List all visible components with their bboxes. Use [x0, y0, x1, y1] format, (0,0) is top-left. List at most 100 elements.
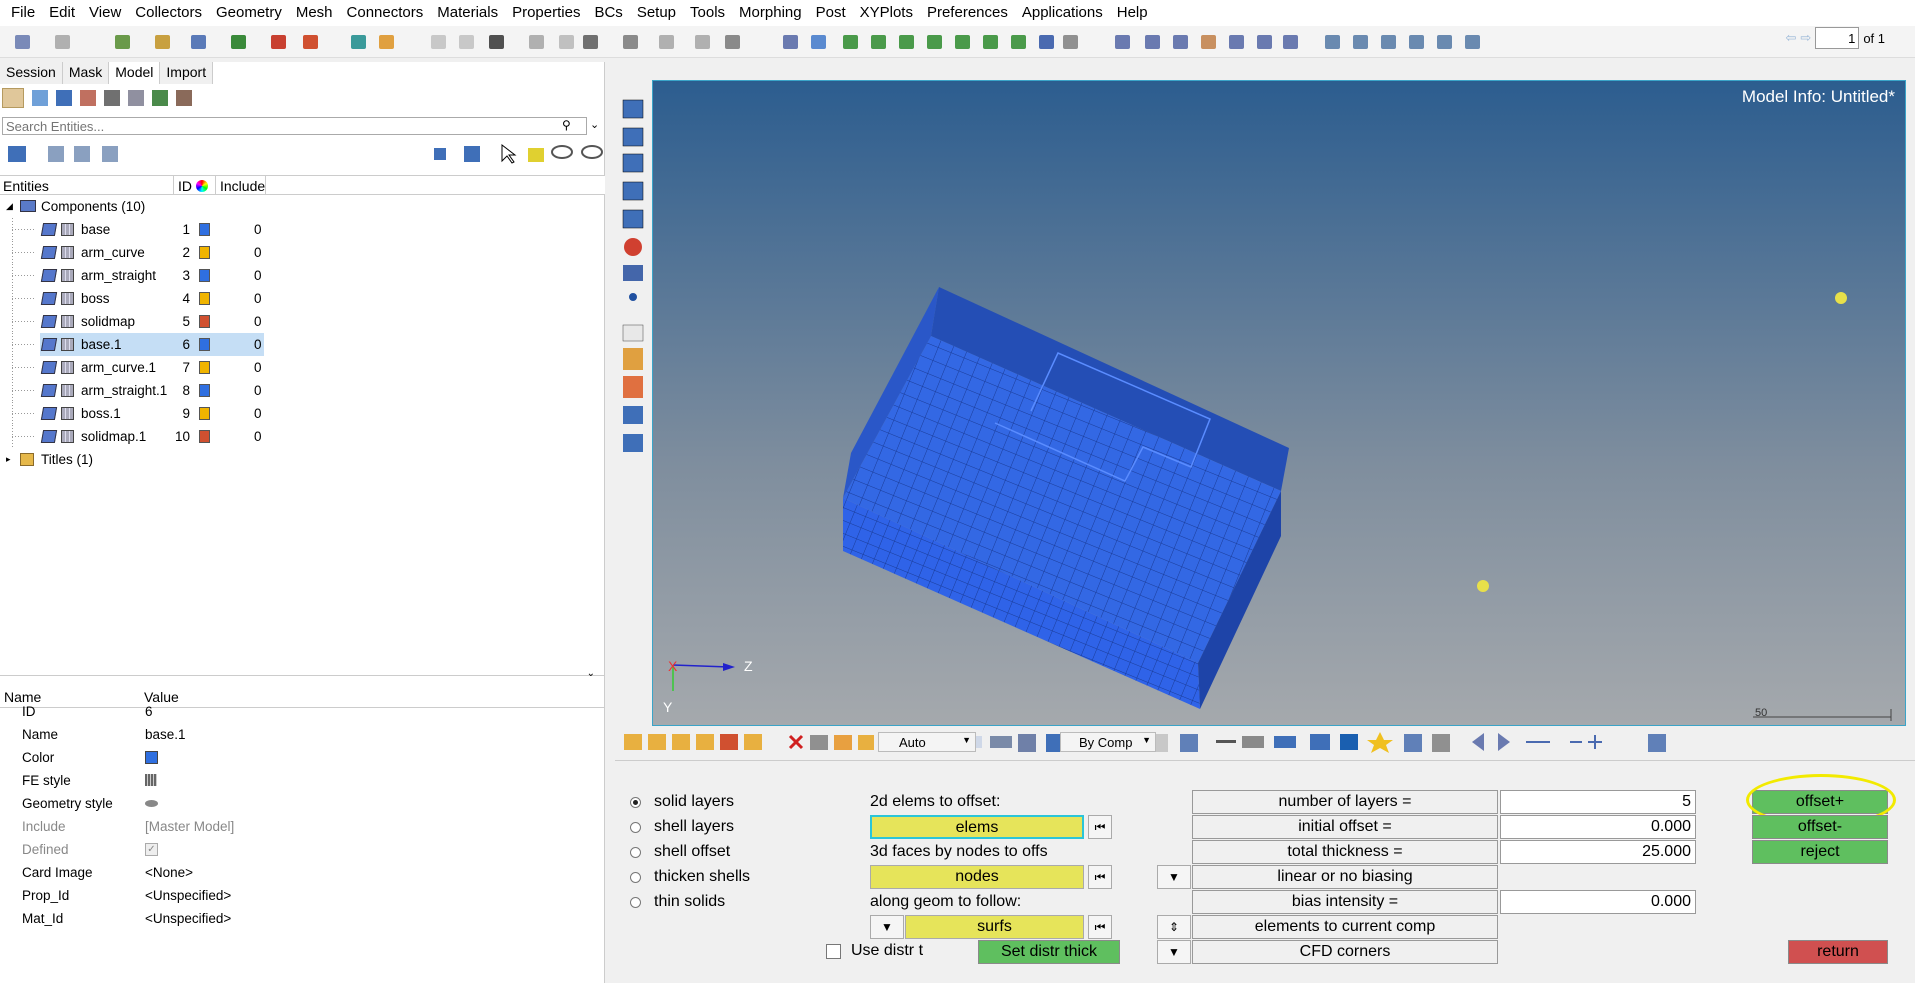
tab-import[interactable]: Import: [160, 62, 214, 84]
tree-row-component[interactable]: arm_curve 2 0: [0, 241, 605, 264]
chevron-down-icon[interactable]: ⌄: [590, 118, 599, 131]
radio-shell-layers[interactable]: [630, 822, 641, 833]
graphics-viewport[interactable]: Model Info: Untitled* X Z Y 50: [652, 80, 1906, 726]
toolbar-tool-15-icon[interactable]: [556, 31, 578, 53]
toolbar-tool-32-icon[interactable]: [1112, 31, 1134, 53]
menu-tools[interactable]: Tools: [683, 0, 732, 26]
tree-row-component[interactable]: boss 4 0: [0, 287, 605, 310]
reset-surfs-icon[interactable]: ⏮: [1088, 915, 1112, 939]
toolbar-tool-34-icon[interactable]: [1170, 31, 1192, 53]
toolbar-tool-18-icon[interactable]: [656, 31, 678, 53]
tree-row-component[interactable]: base 1 0: [0, 218, 605, 241]
tree-row-component[interactable]: solidmap 5 0: [0, 310, 605, 333]
component-color-swatch[interactable]: [199, 407, 210, 420]
toolbar-tool-20-icon[interactable]: [722, 31, 744, 53]
toolbar-tool-1-icon[interactable]: [12, 31, 34, 53]
geometry-style-icon[interactable]: [145, 800, 158, 807]
property-row[interactable]: Color: [0, 746, 605, 769]
property-row[interactable]: Include [Master Model]: [0, 815, 605, 838]
tree-row-component[interactable]: arm_curve.1 7 0: [0, 356, 605, 379]
return-button[interactable]: return: [1788, 940, 1888, 964]
menu-post[interactable]: Post: [809, 0, 853, 26]
menu-file[interactable]: File: [4, 0, 42, 26]
toolbar-tool-2-icon[interactable]: [52, 31, 74, 53]
toolbar-tool-40-icon[interactable]: [1350, 31, 1372, 53]
toolbar-tool-26-icon[interactable]: [924, 31, 946, 53]
elements-to-current-comp-selector[interactable]: elements to current comp: [1192, 915, 1498, 939]
menu-applications[interactable]: Applications: [1015, 0, 1110, 26]
menu-geometry[interactable]: Geometry: [209, 0, 289, 26]
toolbar-tool-33-icon[interactable]: [1142, 31, 1164, 53]
property-row[interactable]: Prop_Id <Unspecified>: [0, 884, 605, 907]
toolbar-tool-24-icon[interactable]: [868, 31, 890, 53]
toolbar-tool-41-icon[interactable]: [1378, 31, 1400, 53]
tab-session[interactable]: Session: [0, 62, 63, 84]
radio-thicken-shells[interactable]: [630, 872, 641, 883]
reject-button[interactable]: reject: [1752, 840, 1888, 864]
toolbar-tool-19-icon[interactable]: [692, 31, 714, 53]
menu-xyplots[interactable]: XYPlots: [853, 0, 920, 26]
toolbar-tool-43-icon[interactable]: [1434, 31, 1456, 53]
radio-thin-solids[interactable]: [630, 897, 641, 908]
property-row[interactable]: Geometry style: [0, 792, 605, 815]
browser-icon-1[interactable]: [2, 88, 24, 108]
tree-titles-folder[interactable]: ▸ Titles (1): [0, 448, 605, 471]
toolbar-tool-10-icon[interactable]: [376, 31, 398, 53]
tab-mask[interactable]: Mask: [62, 62, 110, 84]
toolbar-tool-25-icon[interactable]: [896, 31, 918, 53]
component-color-swatch[interactable]: [199, 269, 210, 282]
selection-mode-dropdown[interactable]: Auto ▼: [878, 732, 976, 752]
toolbar-tool-6-icon[interactable]: [228, 31, 250, 53]
surfs-dropdown-icon[interactable]: ▼: [870, 915, 904, 939]
toolbar-tool-39-icon[interactable]: [1322, 31, 1344, 53]
cfd-corners-selector[interactable]: CFD corners: [1192, 940, 1498, 964]
reset-nodes-icon[interactable]: ⏮: [1088, 865, 1112, 889]
initial-offset-input[interactable]: 0.000: [1500, 815, 1696, 839]
toolbar-tool-4-icon[interactable]: [152, 31, 174, 53]
toolbar-tool-8-icon[interactable]: [300, 31, 322, 53]
toolbar-tool-21-icon[interactable]: [780, 31, 802, 53]
total-thickness-input[interactable]: 25.000: [1500, 840, 1696, 864]
menu-properties[interactable]: Properties: [505, 0, 587, 26]
component-color-swatch[interactable]: [199, 430, 210, 443]
entities-column-header[interactable]: Entities: [3, 178, 49, 194]
menu-connectors[interactable]: Connectors: [340, 0, 431, 26]
property-row[interactable]: Defined ✓: [0, 838, 605, 861]
menu-morphing[interactable]: Morphing: [732, 0, 809, 26]
set-distr-thick-button[interactable]: Set distr thick: [978, 940, 1120, 964]
component-color-swatch[interactable]: [199, 384, 210, 397]
toolbar-tool-29-icon[interactable]: [1008, 31, 1030, 53]
prev-page-icon[interactable]: ⇦: [1786, 30, 1797, 46]
component-color-swatch[interactable]: [199, 223, 210, 236]
toolbar-tool-11-icon[interactable]: [428, 31, 450, 53]
tree-components-folder[interactable]: ◢ Components (10): [0, 195, 605, 218]
collapse-panel-icon[interactable]: ⌄: [587, 668, 595, 679]
next-page-icon[interactable]: ⇨: [1800, 30, 1811, 46]
toolbar-tool-31-icon[interactable]: [1060, 31, 1082, 53]
expand-icon[interactable]: ▸: [6, 448, 11, 471]
menu-collectors[interactable]: Collectors: [128, 0, 209, 26]
property-row[interactable]: Mat_Id <Unspecified>: [0, 907, 605, 930]
fe-style-icon[interactable]: [145, 774, 157, 786]
use-distr-checkbox[interactable]: [826, 944, 841, 959]
toolbar-tool-16-icon[interactable]: [580, 31, 602, 53]
toolbar-tool-13-icon[interactable]: [486, 31, 508, 53]
radio-solid-layers[interactable]: [630, 797, 641, 808]
toolbar-tool-42-icon[interactable]: [1406, 31, 1428, 53]
tree-row-component[interactable]: arm_straight.1 8 0: [0, 379, 605, 402]
component-color-swatch[interactable]: [199, 292, 210, 305]
number-of-layers-input[interactable]: 5: [1500, 790, 1696, 814]
radio-shell-offset[interactable]: [630, 847, 641, 858]
component-color-swatch[interactable]: [199, 246, 210, 259]
search-input[interactable]: [2, 117, 587, 135]
menu-mesh[interactable]: Mesh: [289, 0, 340, 26]
toolbar-tool-35-icon[interactable]: [1198, 31, 1220, 53]
toolbar-tool-28-icon[interactable]: [980, 31, 1002, 53]
surfs-selector[interactable]: surfs: [905, 915, 1084, 939]
component-color-swatch[interactable]: [199, 315, 210, 328]
toolbar-tool-36-icon[interactable]: [1226, 31, 1248, 53]
search-icon[interactable]: ⚲: [562, 118, 571, 132]
property-row[interactable]: Name base.1: [0, 723, 605, 746]
toolbar-tool-37-icon[interactable]: [1254, 31, 1276, 53]
page-number-input[interactable]: [1815, 27, 1860, 49]
